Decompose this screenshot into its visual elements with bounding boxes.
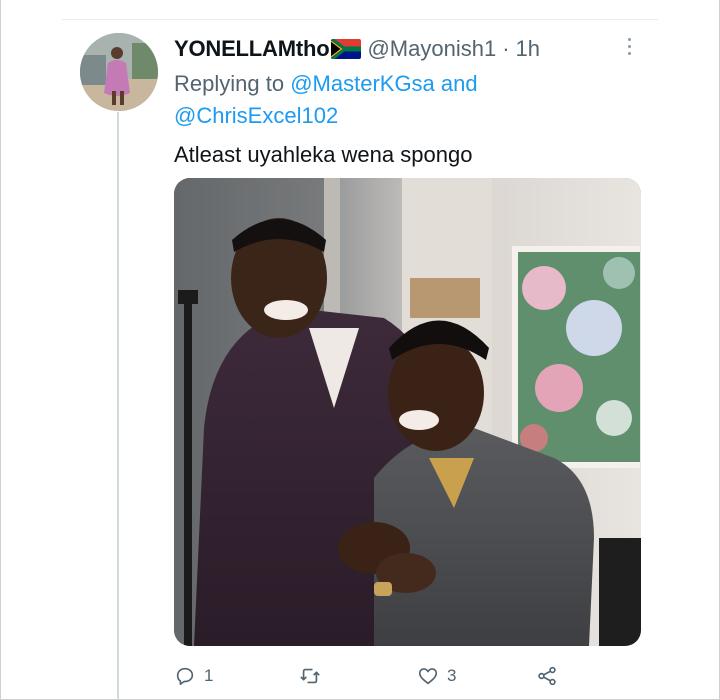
tweet-header: YONELLAMtho @Mayonish1 · 1h <box>174 34 540 64</box>
avatar[interactable] <box>80 33 158 111</box>
share-button[interactable] <box>536 661 558 691</box>
mention-link[interactable]: @MasterKGsa <box>290 71 435 96</box>
reply-button[interactable]: 1 <box>174 661 213 691</box>
south-africa-flag-icon <box>331 39 362 59</box>
tweet-actions-bar: 1 3 <box>174 661 594 691</box>
separator-dot: · <box>502 36 510 61</box>
author-display-name[interactable]: YONELLAMtho <box>174 36 330 62</box>
like-count: 3 <box>447 666 457 685</box>
mention-link[interactable]: @ChrisExcel102 <box>174 103 338 128</box>
tweet-photo[interactable] <box>174 178 641 646</box>
like-button[interactable]: 3 <box>417 661 456 691</box>
heart-icon <box>417 665 439 687</box>
timestamp[interactable]: 1h <box>516 36 540 62</box>
tweet-text: Atleast uyahleka wena spongo <box>174 142 473 167</box>
thread-connector-line <box>117 112 119 700</box>
author-handle[interactable]: @Mayonish1 <box>367 36 496 62</box>
photo-image <box>174 178 641 646</box>
reply-count: 1 <box>204 666 214 685</box>
divider <box>62 19 658 20</box>
replying-joiner: and <box>440 71 478 96</box>
avatar-photo <box>80 33 158 111</box>
replying-to-line: Replying to @MasterKGsa and @ChrisExcel1… <box>174 68 614 132</box>
share-icon <box>536 665 558 687</box>
more-options-icon[interactable] <box>618 34 640 58</box>
retweet-button[interactable] <box>299 661 329 691</box>
reply-icon <box>174 665 196 687</box>
replying-prefix: Replying to <box>174 71 285 96</box>
retweet-icon <box>299 665 321 687</box>
